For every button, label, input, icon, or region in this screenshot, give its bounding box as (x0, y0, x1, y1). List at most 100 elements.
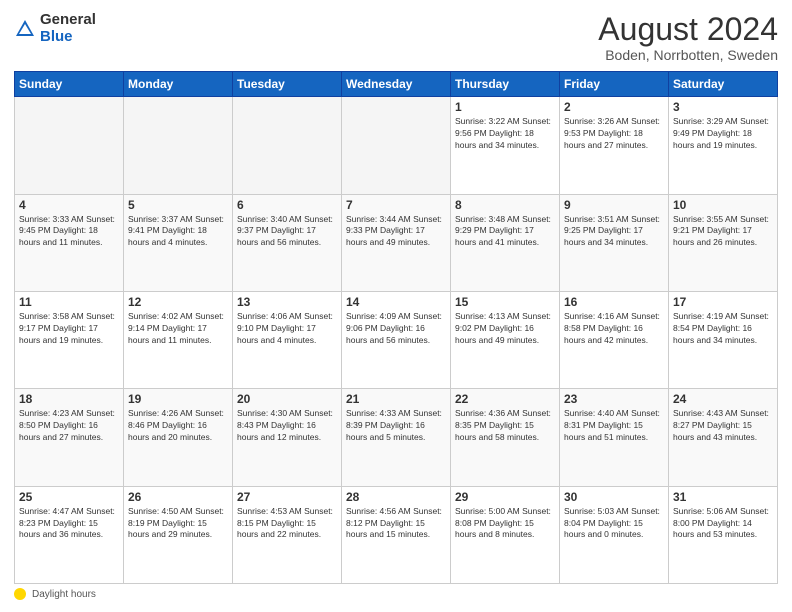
calendar-cell: 24 Sunrise: 4:43 AM Sunset: 8:27 PM Dayli… (669, 389, 778, 486)
calendar-cell: 1 Sunrise: 3:22 AM Sunset: 9:56 PM Daylig… (451, 97, 560, 194)
calendar-cell: 13 Sunrise: 4:06 AM Sunset: 9:10 PM Dayli… (233, 291, 342, 388)
day-number: 30 (564, 490, 664, 504)
day-number: 6 (237, 198, 337, 212)
day-number: 20 (237, 392, 337, 406)
calendar-day-header: Thursday (451, 72, 560, 97)
footer: Daylight hours (14, 588, 778, 600)
sun-icon (14, 588, 26, 600)
day-info: Sunrise: 3:37 AM Sunset: 9:41 PM Dayligh… (128, 214, 228, 250)
day-number: 8 (455, 198, 555, 212)
calendar-cell: 26 Sunrise: 4:50 AM Sunset: 8:19 PM Dayli… (124, 486, 233, 583)
calendar-cell: 20 Sunrise: 4:30 AM Sunset: 8:43 PM Dayli… (233, 389, 342, 486)
calendar-header-row: SundayMondayTuesdayWednesdayThursdayFrid… (15, 72, 778, 97)
day-number: 26 (128, 490, 228, 504)
calendar-cell: 31 Sunrise: 5:06 AM Sunset: 8:00 PM Dayli… (669, 486, 778, 583)
calendar-cell: 21Sunrise: 4:33 AM Sunset: 8:39 PM Dayli… (342, 389, 451, 486)
location: Boden, Norrbotten, Sweden (598, 47, 778, 63)
calendar-cell: 4 Sunrise: 3:33 AM Sunset: 9:45 PM Daylig… (15, 194, 124, 291)
day-number: 12 (128, 295, 228, 309)
calendar-day-header: Sunday (15, 72, 124, 97)
day-number: 10 (673, 198, 773, 212)
page: General Blue August 2024 Boden, Norrbott… (0, 0, 792, 612)
day-number: 11 (19, 295, 119, 309)
calendar-cell: 18 Sunrise: 4:23 AM Sunset: 8:50 PM Dayli… (15, 389, 124, 486)
calendar-cell: 2Sunrise: 3:26 AM Sunset: 9:53 PM Daylig… (560, 97, 669, 194)
daylight-label: Daylight hours (32, 589, 96, 600)
day-info: Sunrise: 4:23 AM Sunset: 8:50 PM Dayligh… (19, 408, 119, 444)
calendar-cell (233, 97, 342, 194)
calendar-cell: 7Sunrise: 3:44 AM Sunset: 9:33 PM Daylig… (342, 194, 451, 291)
calendar-cell: 29Sunrise: 5:00 AM Sunset: 8:08 PM Dayli… (451, 486, 560, 583)
calendar-cell: 23Sunrise: 4:40 AM Sunset: 8:31 PM Dayli… (560, 389, 669, 486)
day-info: Sunrise: 4:43 AM Sunset: 8:27 PM Dayligh… (673, 408, 773, 444)
day-info: Sunrise: 5:06 AM Sunset: 8:00 PM Dayligh… (673, 506, 773, 542)
day-info: Sunrise: 4:56 AM Sunset: 8:12 PM Dayligh… (346, 506, 446, 542)
day-number: 23 (564, 392, 664, 406)
calendar-cell: 8 Sunrise: 3:48 AM Sunset: 9:29 PM Daylig… (451, 194, 560, 291)
calendar-cell: 12 Sunrise: 4:02 AM Sunset: 9:14 PM Dayli… (124, 291, 233, 388)
calendar-cell (124, 97, 233, 194)
calendar-cell: 11 Sunrise: 3:58 AM Sunset: 9:17 PM Dayli… (15, 291, 124, 388)
day-info: Sunrise: 3:33 AM Sunset: 9:45 PM Dayligh… (19, 214, 119, 250)
logo-general: General (40, 12, 96, 29)
day-info: Sunrise: 3:48 AM Sunset: 9:29 PM Dayligh… (455, 214, 555, 250)
calendar-cell: 16Sunrise: 4:16 AM Sunset: 8:58 PM Dayli… (560, 291, 669, 388)
calendar-cell: 10 Sunrise: 3:55 AM Sunset: 9:21 PM Dayli… (669, 194, 778, 291)
day-number: 2 (564, 100, 664, 114)
calendar-cell: 6Sunrise: 3:40 AM Sunset: 9:37 PM Daylig… (233, 194, 342, 291)
calendar-cell: 22Sunrise: 4:36 AM Sunset: 8:35 PM Dayli… (451, 389, 560, 486)
day-number: 29 (455, 490, 555, 504)
day-number: 7 (346, 198, 446, 212)
logo: General Blue (14, 12, 96, 45)
calendar-week-row: 11 Sunrise: 3:58 AM Sunset: 9:17 PM Dayli… (15, 291, 778, 388)
day-number: 3 (673, 100, 773, 114)
logo-blue: Blue (40, 29, 96, 46)
calendar-cell: 5 Sunrise: 3:37 AM Sunset: 9:41 PM Daylig… (124, 194, 233, 291)
day-number: 25 (19, 490, 119, 504)
calendar-week-row: 4 Sunrise: 3:33 AM Sunset: 9:45 PM Daylig… (15, 194, 778, 291)
calendar-week-row: 18 Sunrise: 4:23 AM Sunset: 8:50 PM Dayli… (15, 389, 778, 486)
day-info: Sunrise: 3:55 AM Sunset: 9:21 PM Dayligh… (673, 214, 773, 250)
day-number: 24 (673, 392, 773, 406)
day-number: 14 (346, 295, 446, 309)
calendar-day-header: Monday (124, 72, 233, 97)
day-number: 31 (673, 490, 773, 504)
day-number: 1 (455, 100, 555, 114)
calendar-week-row: 25 Sunrise: 4:47 AM Sunset: 8:23 PM Dayli… (15, 486, 778, 583)
day-number: 27 (237, 490, 337, 504)
day-info: Sunrise: 4:06 AM Sunset: 9:10 PM Dayligh… (237, 311, 337, 347)
day-number: 4 (19, 198, 119, 212)
day-info: Sunrise: 4:02 AM Sunset: 9:14 PM Dayligh… (128, 311, 228, 347)
calendar-cell: 3 Sunrise: 3:29 AM Sunset: 9:49 PM Daylig… (669, 97, 778, 194)
day-number: 15 (455, 295, 555, 309)
day-info: Sunrise: 4:16 AM Sunset: 8:58 PM Dayligh… (564, 311, 664, 347)
day-info: Sunrise: 3:22 AM Sunset: 9:56 PM Dayligh… (455, 116, 555, 152)
day-info: Sunrise: 4:26 AM Sunset: 8:46 PM Dayligh… (128, 408, 228, 444)
day-info: Sunrise: 4:50 AM Sunset: 8:19 PM Dayligh… (128, 506, 228, 542)
day-number: 28 (346, 490, 446, 504)
calendar-day-header: Friday (560, 72, 669, 97)
logo-icon (14, 18, 36, 40)
day-info: Sunrise: 3:58 AM Sunset: 9:17 PM Dayligh… (19, 311, 119, 347)
day-info: Sunrise: 4:30 AM Sunset: 8:43 PM Dayligh… (237, 408, 337, 444)
day-info: Sunrise: 4:36 AM Sunset: 8:35 PM Dayligh… (455, 408, 555, 444)
day-info: Sunrise: 3:29 AM Sunset: 9:49 PM Dayligh… (673, 116, 773, 152)
day-info: Sunrise: 4:53 AM Sunset: 8:15 PM Dayligh… (237, 506, 337, 542)
day-info: Sunrise: 3:51 AM Sunset: 9:25 PM Dayligh… (564, 214, 664, 250)
calendar-cell: 17Sunrise: 4:19 AM Sunset: 8:54 PM Dayli… (669, 291, 778, 388)
calendar-cell: 30 Sunrise: 5:03 AM Sunset: 8:04 PM Dayli… (560, 486, 669, 583)
calendar-week-row: 1 Sunrise: 3:22 AM Sunset: 9:56 PM Daylig… (15, 97, 778, 194)
day-number: 19 (128, 392, 228, 406)
calendar-day-header: Saturday (669, 72, 778, 97)
calendar-day-header: Tuesday (233, 72, 342, 97)
day-number: 18 (19, 392, 119, 406)
day-info: Sunrise: 4:47 AM Sunset: 8:23 PM Dayligh… (19, 506, 119, 542)
day-info: Sunrise: 4:19 AM Sunset: 8:54 PM Dayligh… (673, 311, 773, 347)
day-number: 13 (237, 295, 337, 309)
day-number: 21 (346, 392, 446, 406)
day-info: Sunrise: 5:03 AM Sunset: 8:04 PM Dayligh… (564, 506, 664, 542)
calendar: SundayMondayTuesdayWednesdayThursdayFrid… (14, 71, 778, 584)
title-block: August 2024 Boden, Norrbotten, Sweden (598, 12, 778, 63)
header: General Blue August 2024 Boden, Norrbott… (14, 12, 778, 63)
day-number: 5 (128, 198, 228, 212)
